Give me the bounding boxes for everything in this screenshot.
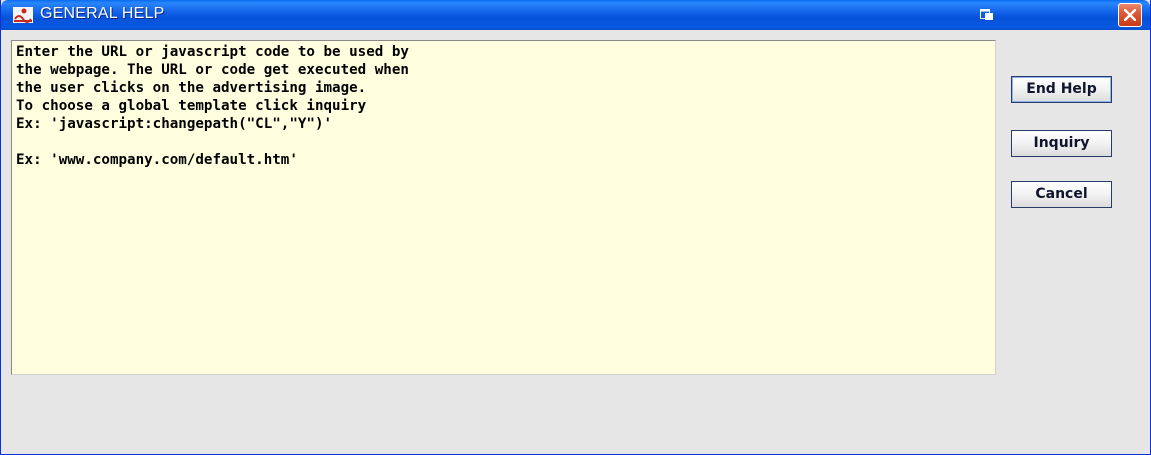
help-line: Ex: 'www.company.com/default.htm' <box>16 152 298 168</box>
help-line: the user clicks on the advertising image… <box>16 80 367 96</box>
end-help-button[interactable]: End Help <box>1011 76 1112 103</box>
app-logo-icon <box>13 7 33 23</box>
cancel-button[interactable]: Cancel <box>1011 181 1112 208</box>
title-bar[interactable]: GENERAL HELP <box>1 0 1150 30</box>
help-line: To choose a global template click inquir… <box>16 98 367 114</box>
help-line: Ex: 'javascript:changepath("CL","Y")' <box>16 116 333 132</box>
help-line: the webpage. The URL or code get execute… <box>16 62 409 78</box>
help-line <box>16 133 991 151</box>
help-window: GENERAL HELP Enter the URL or javascript… <box>0 0 1151 455</box>
restore-window-icon[interactable] <box>980 9 994 21</box>
close-button[interactable] <box>1118 3 1142 27</box>
window-title: GENERAL HELP <box>40 5 165 22</box>
close-icon <box>1124 9 1136 21</box>
help-text-area[interactable]: Enter the URL or javascript code to be u… <box>11 40 996 375</box>
help-line: Enter the URL or javascript code to be u… <box>16 44 409 60</box>
inquiry-button[interactable]: Inquiry <box>1011 130 1112 157</box>
